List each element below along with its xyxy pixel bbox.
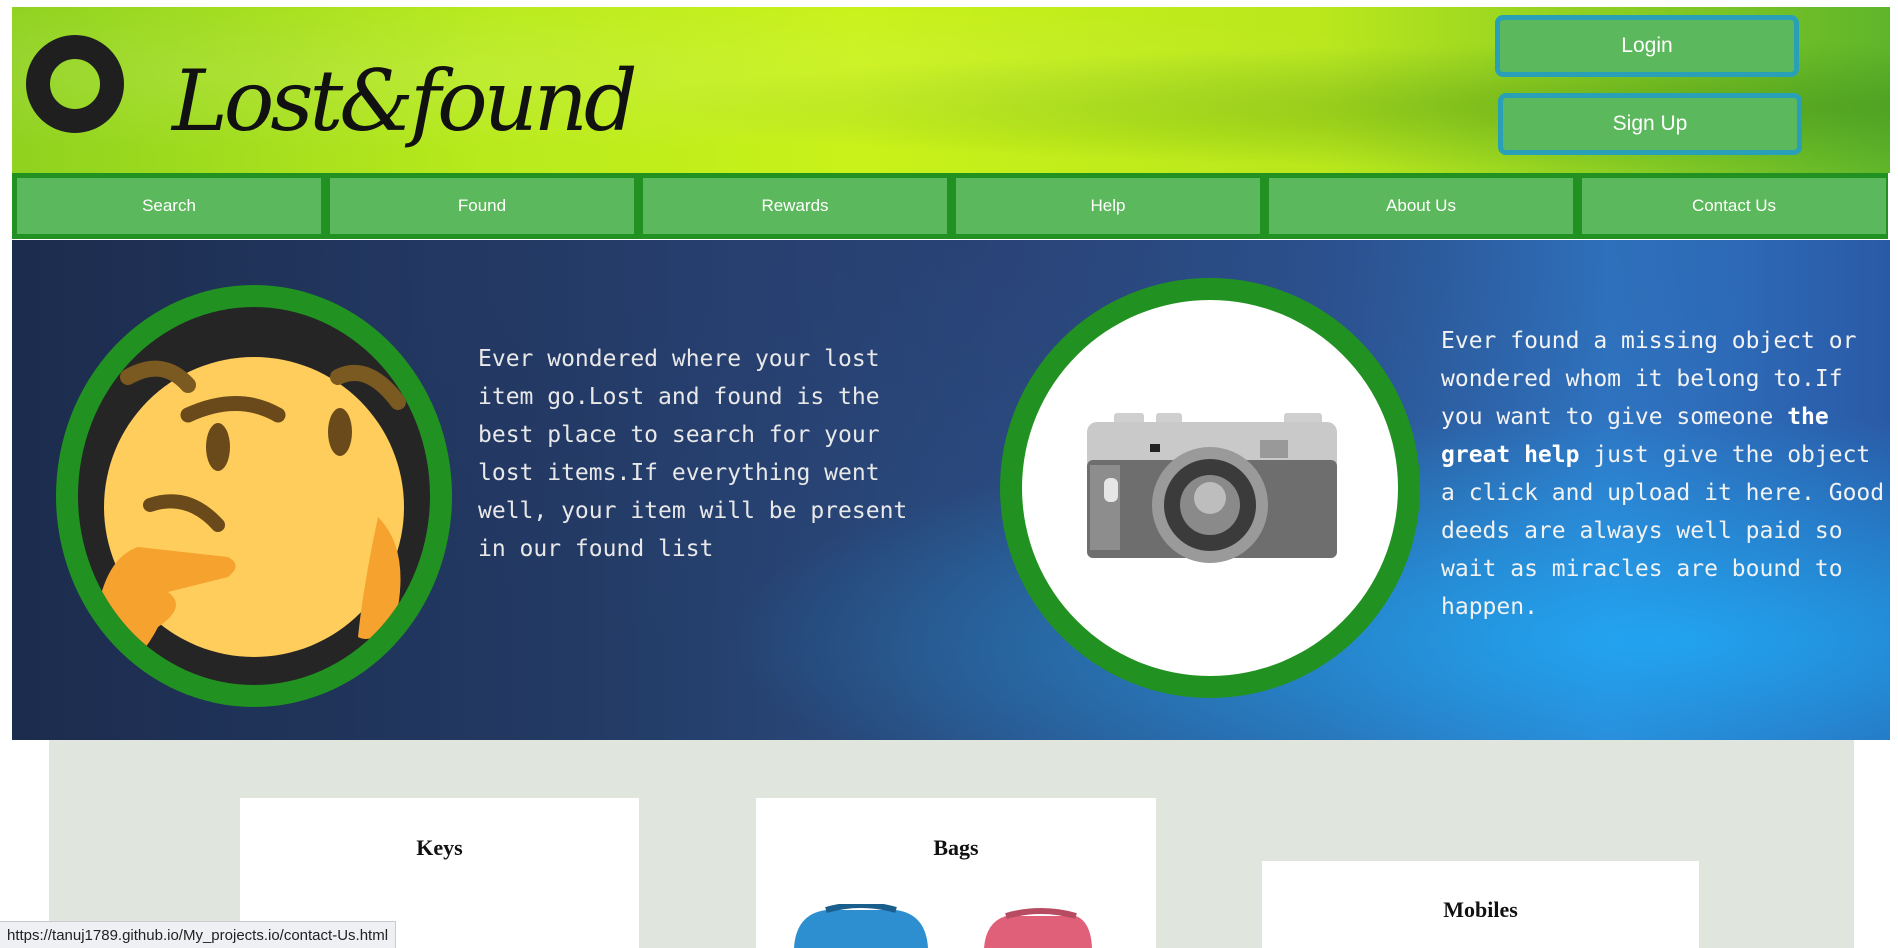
category-title-keys: Keys xyxy=(416,835,463,860)
category-card-bags[interactable]: Bags xyxy=(756,798,1156,948)
hero-right-text-part2: just give the object a click and upload … xyxy=(1441,442,1885,620)
bags-image xyxy=(794,904,1092,948)
thinking-face-icon xyxy=(78,307,430,685)
category-title-mobiles: Mobiles xyxy=(1443,897,1518,922)
camera-icon xyxy=(1022,300,1398,676)
logo-ring-icon xyxy=(26,35,124,133)
category-card-mobiles[interactable]: Mobiles xyxy=(1262,861,1699,948)
nav-contact-us[interactable]: Contact Us xyxy=(1582,178,1886,234)
browser-status-bar: https://tanuj1789.github.io/My_projects.… xyxy=(0,921,397,948)
nav-rewards[interactable]: Rewards xyxy=(643,178,947,234)
nav-found[interactable]: Found xyxy=(330,178,634,234)
hero-right-text: Ever found a missing object or wondered … xyxy=(1441,322,1890,626)
nav-about-us[interactable]: About Us xyxy=(1269,178,1573,234)
nav-search[interactable]: Search xyxy=(17,178,321,234)
login-button[interactable]: Login xyxy=(1495,15,1799,77)
thinking-emoji-frame xyxy=(56,285,452,707)
signup-button[interactable]: Sign Up xyxy=(1498,93,1802,155)
hero-left-text: Ever wondered where your lost item go.Lo… xyxy=(478,346,908,562)
nav-help[interactable]: Help xyxy=(956,178,1260,234)
hero-banner: Ever wondered where your lost item go.Lo… xyxy=(12,240,1890,740)
site-header: Lost&found Login Sign Up xyxy=(12,7,1890,173)
category-section: Keys Bags Mobiles xyxy=(49,740,1854,948)
main-nav: Search Found Rewards Help About Us Conta… xyxy=(12,173,1888,239)
camera-frame xyxy=(1000,278,1420,698)
category-title-bags: Bags xyxy=(933,835,979,860)
site-logo[interactable]: Lost&found xyxy=(172,59,638,143)
